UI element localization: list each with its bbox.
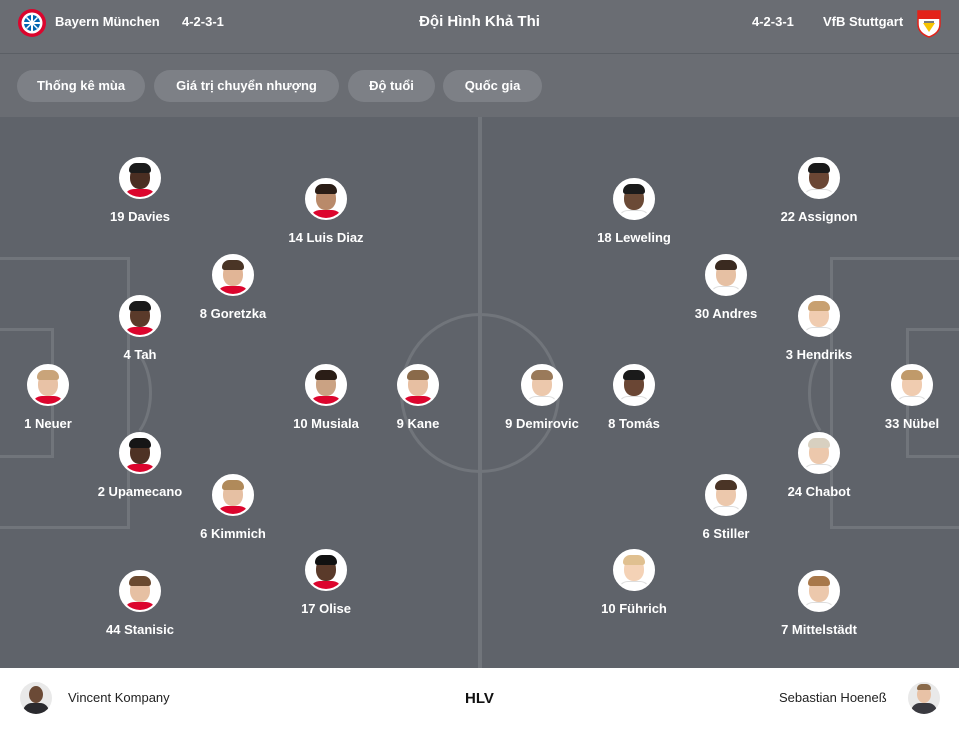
stat-tabs: Thống kê mùa Giá trị chuyển nhượng Độ tu… xyxy=(0,54,959,117)
player-name[interactable]: 22 Assignon xyxy=(764,209,874,224)
player-name[interactable]: 14 Luis Diaz xyxy=(271,230,381,245)
player-avatar[interactable] xyxy=(397,364,439,406)
pitch: 19 Davies 14 Luis Diaz 8 Goretzka 4 Tah 1 Ne… xyxy=(0,117,959,668)
player-avatar[interactable] xyxy=(798,295,840,337)
player-avatar[interactable] xyxy=(613,178,655,220)
player-name[interactable]: 4 Tah xyxy=(85,347,195,362)
player-avatar[interactable] xyxy=(27,364,69,406)
match-header: Bayern München 4-2-3-1 Đội Hình Khả Thi … xyxy=(0,0,959,54)
away-formation: 4-2-3-1 xyxy=(752,14,794,29)
player-name[interactable]: 6 Kimmich xyxy=(178,526,288,541)
coaches-bar: Vincent Kompany HLV Sebastian Hoeneß xyxy=(0,668,959,734)
away-team-name: VfB Stuttgart xyxy=(823,14,904,29)
player-avatar[interactable] xyxy=(613,364,655,406)
home-player[interactable]: 6 Kimmich xyxy=(178,474,288,541)
player-name[interactable]: 6 Stiller xyxy=(671,526,781,541)
away-player[interactable]: 18 Leweling xyxy=(579,178,689,245)
player-avatar[interactable] xyxy=(305,178,347,220)
player-name[interactable]: 19 Davies xyxy=(85,209,195,224)
home-player[interactable]: 1 Neuer xyxy=(0,364,103,431)
player-avatar[interactable] xyxy=(305,549,347,591)
player-avatar[interactable] xyxy=(212,474,254,516)
away-player[interactable]: 3 Hendriks xyxy=(764,295,874,362)
player-name[interactable]: 7 Mittelstädt xyxy=(764,622,874,637)
stuttgart-crest-icon xyxy=(917,10,941,38)
player-avatar[interactable] xyxy=(891,364,933,406)
player-avatar[interactable] xyxy=(212,254,254,296)
player-avatar[interactable] xyxy=(119,570,161,612)
player-avatar[interactable] xyxy=(119,157,161,199)
player-name[interactable]: 9 Kane xyxy=(363,416,473,431)
lineup-widget: Bayern München 4-2-3-1 Đội Hình Khả Thi … xyxy=(0,0,959,734)
away-player[interactable]: 6 Stiller xyxy=(671,474,781,541)
away-player[interactable]: 7 Mittelstädt xyxy=(764,570,874,637)
player-avatar[interactable] xyxy=(705,254,747,296)
home-player[interactable]: 19 Davies xyxy=(85,157,195,224)
away-player[interactable]: 33 Nübel xyxy=(857,364,959,431)
page-title: Đội Hình Khả Thi xyxy=(419,13,540,30)
away-player[interactable]: 10 Führich xyxy=(579,549,689,616)
player-avatar[interactable] xyxy=(119,432,161,474)
player-name[interactable]: 3 Hendriks xyxy=(764,347,874,362)
player-avatar[interactable] xyxy=(798,432,840,474)
home-player[interactable]: 17 Olise xyxy=(271,549,381,616)
player-avatar[interactable] xyxy=(798,157,840,199)
home-player[interactable]: 4 Tah xyxy=(85,295,195,362)
tab-season-stats[interactable]: Thống kê mùa xyxy=(17,70,145,102)
player-avatar[interactable] xyxy=(119,295,161,337)
player-name[interactable]: 10 Führich xyxy=(579,601,689,616)
home-player[interactable]: 44 Stanisic xyxy=(85,570,195,637)
player-avatar[interactable] xyxy=(521,364,563,406)
away-player[interactable]: 8 Tomás xyxy=(579,364,689,431)
away-coach-name[interactable]: Sebastian Hoeneß xyxy=(779,690,887,705)
away-player[interactable]: 22 Assignon xyxy=(764,157,874,224)
player-name[interactable]: 1 Neuer xyxy=(0,416,103,431)
home-player[interactable]: 9 Kane xyxy=(363,364,473,431)
player-name[interactable]: 8 Tomás xyxy=(579,416,689,431)
player-avatar[interactable] xyxy=(705,474,747,516)
tab-transfer-value[interactable]: Giá trị chuyển nhượng xyxy=(154,70,339,102)
player-avatar[interactable] xyxy=(798,570,840,612)
tab-nationality[interactable]: Quốc gia xyxy=(443,70,542,102)
home-player[interactable]: 14 Luis Diaz xyxy=(271,178,381,245)
player-name[interactable]: 44 Stanisic xyxy=(85,622,195,637)
player-avatar[interactable] xyxy=(613,549,655,591)
tab-age[interactable]: Độ tuổi xyxy=(348,70,435,102)
player-name[interactable]: 33 Nübel xyxy=(857,416,959,431)
player-avatar[interactable] xyxy=(305,364,347,406)
away-coach-avatar xyxy=(908,682,940,714)
player-name[interactable]: 17 Olise xyxy=(271,601,381,616)
player-name[interactable]: 18 Leweling xyxy=(579,230,689,245)
